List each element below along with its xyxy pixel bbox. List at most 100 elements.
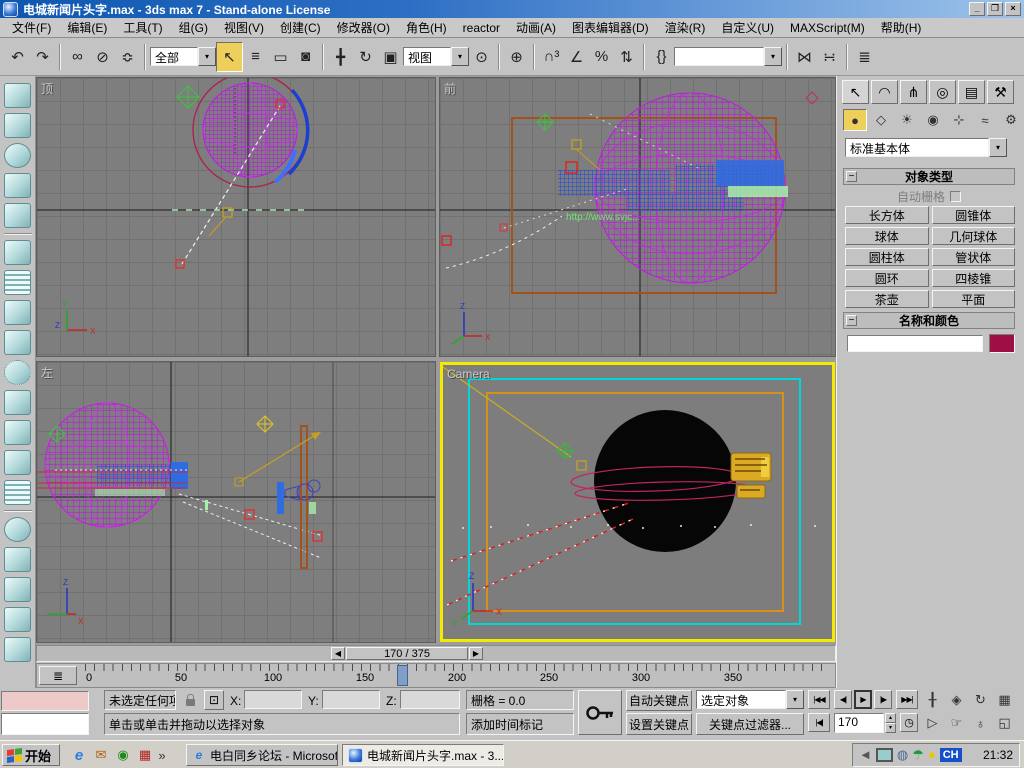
- waves-icon[interactable]: [4, 480, 31, 505]
- menu-modifiers[interactable]: 修改器(O): [329, 17, 398, 38]
- category-helpers[interactable]: ⊹: [947, 109, 971, 131]
- slider-next-icon[interactable]: ▶: [469, 647, 483, 660]
- taskbar-task-browser[interactable]: e 电白同乡论坛 - Microsof...: [186, 744, 338, 766]
- taskbar-clock[interactable]: 21:32: [983, 748, 1013, 762]
- z-coordinate-field[interactable]: [400, 690, 460, 709]
- scale-button[interactable]: ▣: [378, 43, 403, 71]
- collapse-icon[interactable]: −: [846, 315, 857, 326]
- movie-quicklaunch-icon[interactable]: ▦: [136, 746, 154, 764]
- menu-rendering[interactable]: 渲染(R): [657, 17, 714, 38]
- mail-quicklaunch-icon[interactable]: ✉: [92, 746, 110, 764]
- auto-key-button[interactable]: 自动关键点: [626, 690, 692, 711]
- menu-file[interactable]: 文件(F): [4, 17, 59, 38]
- redo-button[interactable]: ↷: [30, 43, 55, 71]
- menu-animation[interactable]: 动画(A): [508, 17, 564, 38]
- viewport-camera-label[interactable]: Camera: [447, 367, 490, 381]
- select-object-button[interactable]: ↖: [216, 42, 243, 72]
- links-icon[interactable]: [4, 607, 31, 632]
- object-color-swatch[interactable]: [989, 334, 1015, 353]
- bones-icon[interactable]: [4, 637, 31, 662]
- unlink-button[interactable]: ⊘: [90, 43, 115, 71]
- set-keys-button[interactable]: [578, 690, 622, 735]
- time-slider[interactable]: ◀ 170 / 375 ▶: [36, 645, 836, 662]
- menu-tools[interactable]: 工具(T): [115, 17, 170, 38]
- min-max-toggle-button[interactable]: ◱: [994, 713, 1015, 733]
- collapse-icon[interactable]: −: [846, 171, 857, 182]
- viewport-front-label[interactable]: 前: [444, 80, 456, 97]
- viewport-camera-scene[interactable]: Z X Y: [443, 365, 832, 639]
- globe-icon[interactable]: ◍: [897, 748, 908, 762]
- select-manipulate-button[interactable]: ⊕: [504, 43, 529, 71]
- object-name-field[interactable]: [847, 335, 983, 352]
- menu-group[interactable]: 组(G): [171, 17, 216, 38]
- maxscript-mini-listener-pink[interactable]: [1, 691, 89, 711]
- frame-spinner[interactable]: ▴ ▾: [885, 713, 896, 733]
- zoom-extents-all-button[interactable]: ▦: [994, 690, 1015, 710]
- open-mini-curve-editor-button[interactable]: ≣: [39, 666, 77, 685]
- play-button[interactable]: ▶: [854, 690, 872, 709]
- car-icon[interactable]: [4, 420, 31, 445]
- track-bar[interactable]: ≣ 0 50 100 150 200 250 300 350: [36, 663, 836, 688]
- set-key-button[interactable]: 设置关键点: [626, 713, 692, 735]
- maxscript-mini-listener-white[interactable]: [1, 713, 89, 735]
- chevron-down-icon[interactable]: ▾: [764, 47, 782, 66]
- viewport-left-label[interactable]: 左: [41, 364, 53, 381]
- viewport-front[interactable]: 前 http://www.svjc...: [440, 78, 835, 356]
- selection-lock-button[interactable]: [180, 690, 200, 710]
- lamp-icon[interactable]: [4, 390, 31, 415]
- x-coordinate-field[interactable]: [244, 690, 302, 709]
- named-selection-combo[interactable]: ▾: [674, 47, 782, 66]
- zoom-extents-button[interactable]: ◈: [946, 690, 967, 710]
- cubes-icon[interactable]: [4, 83, 31, 108]
- torus-button[interactable]: 圆环: [845, 269, 929, 287]
- percent-snap-button[interactable]: %: [589, 43, 614, 71]
- tab-modify[interactable]: ◠: [871, 80, 898, 104]
- spintop-icon[interactable]: [4, 173, 31, 198]
- add-time-tag[interactable]: 添加时间标记: [466, 713, 574, 735]
- key-mode-toggle-button[interactable]: |◀|: [808, 713, 830, 732]
- network-monitor-icon[interactable]: [876, 748, 893, 762]
- rollout-object-type[interactable]: − 对象类型: [843, 168, 1015, 185]
- menu-create[interactable]: 创建(C): [272, 17, 329, 38]
- field-of-view-button[interactable]: ▷: [922, 713, 943, 733]
- time-slider-button[interactable]: 170 / 375: [346, 647, 468, 660]
- menu-maxscript[interactable]: MAXScript(M): [782, 19, 873, 37]
- move-button[interactable]: ╋: [328, 43, 353, 71]
- viewport-camera[interactable]: Camera: [440, 362, 835, 642]
- umbrella-icon[interactable]: ☂: [912, 748, 924, 762]
- category-spacewarps[interactable]: ≈: [973, 109, 997, 131]
- tube-button[interactable]: 管状体: [932, 248, 1016, 266]
- tab-utilities[interactable]: ⚒: [987, 80, 1014, 104]
- knot-icon[interactable]: [4, 517, 31, 542]
- go-to-end-button[interactable]: ▶▶|: [896, 690, 918, 709]
- shirt-icon[interactable]: [4, 113, 31, 138]
- yellow-badge-icon[interactable]: ●: [928, 748, 936, 762]
- slider-prev-icon[interactable]: ◀: [331, 647, 345, 660]
- menu-customize[interactable]: 自定义(U): [713, 17, 782, 38]
- cylinder-button[interactable]: 圆柱体: [845, 248, 929, 266]
- previous-frame-button[interactable]: ◀|: [834, 690, 852, 709]
- minimize-button[interactable]: _: [969, 2, 985, 16]
- knife-icon[interactable]: [4, 300, 31, 325]
- quicklaunch-overflow-chevron[interactable]: »: [156, 746, 168, 764]
- go-to-start-button[interactable]: |◀◀: [808, 690, 830, 709]
- category-shapes[interactable]: ◇: [869, 109, 893, 131]
- category-geometry[interactable]: ●: [843, 109, 867, 131]
- menu-edit[interactable]: 编辑(E): [59, 17, 115, 38]
- input-method-indicator[interactable]: CH: [940, 748, 962, 762]
- use-pivot-center-button[interactable]: ⊙: [469, 43, 494, 71]
- key-mode-combo[interactable]: 选定对象 ▾: [696, 690, 804, 709]
- absolute-offset-toggle[interactable]: ⊡: [204, 690, 224, 710]
- menu-reactor[interactable]: reactor: [455, 19, 508, 37]
- pivot-icon[interactable]: [4, 330, 31, 355]
- media-quicklaunch-icon[interactable]: ◉: [114, 746, 132, 764]
- gear-icon[interactable]: [4, 360, 31, 385]
- link-button[interactable]: ∞: [65, 43, 90, 71]
- menu-views[interactable]: 视图(V): [216, 17, 272, 38]
- key-filters-button[interactable]: 关键点过滤器...: [696, 713, 804, 735]
- pan-button[interactable]: ☞: [946, 713, 967, 733]
- tab-display[interactable]: ▤: [958, 80, 985, 104]
- door-icon[interactable]: [4, 577, 31, 602]
- select-by-name-button[interactable]: ≡: [243, 43, 268, 71]
- start-button[interactable]: 开始: [2, 744, 60, 766]
